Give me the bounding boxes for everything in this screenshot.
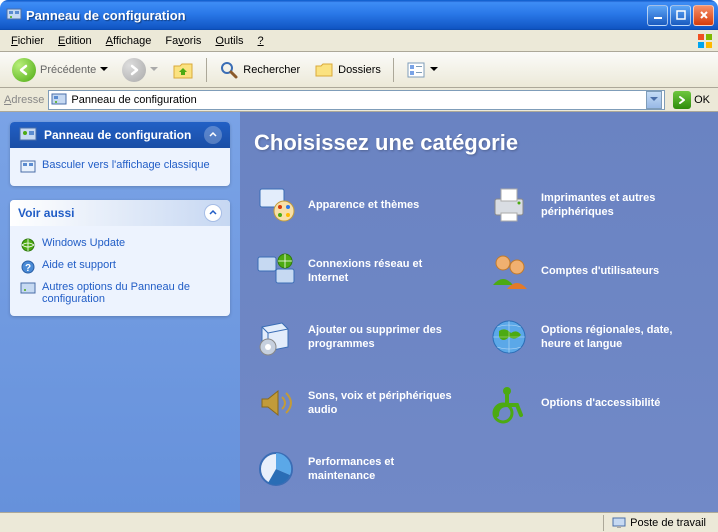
titlebar: Panneau de configuration [0,0,718,30]
category-label: Apparence et thèmes [308,198,419,212]
help-support-link[interactable]: ? Aide et support [20,256,220,278]
address-dropdown[interactable] [646,91,662,109]
address-field[interactable]: Panneau de configuration [48,90,665,110]
go-label: OK [694,94,710,106]
minimize-button[interactable] [647,5,668,26]
page-heading: Choisissez une catégorie [254,130,704,156]
chevron-down-icon [150,67,158,72]
views-button[interactable] [400,57,444,83]
up-button[interactable] [166,57,200,83]
category-label: Ajouter ou supprimer des programmes [308,323,458,352]
category-label: Comptes d'utilisateurs [541,264,659,278]
menu-help[interactable]: ? [251,33,271,49]
other-cp-options-link[interactable]: Autres options du Panneau de configurati… [20,278,220,308]
control-panel-icon [18,125,38,145]
views-icon [406,60,426,80]
category-printers[interactable]: Imprimantes et autres périphériques [487,176,704,234]
menu-view[interactable]: Affichage [99,33,159,49]
sidepanel-primary-header[interactable]: Panneau de configuration [10,122,230,148]
category-sounds[interactable]: Sons, voix et périphériques audio [254,374,471,432]
switch-view-icon [20,159,36,175]
address-value: Panneau de configuration [71,94,642,106]
add-remove-icon [254,315,298,359]
menu-file[interactable]: Fichierdocument.currentScript.previousEl… [4,33,51,49]
folders-icon [314,60,334,80]
switch-classic-view-link[interactable]: Basculer vers l'affichage classique [20,156,220,178]
link-label: Aide et support [42,259,116,271]
folders-button[interactable]: Dossiers [308,57,387,83]
category-label: Performances et maintenance [308,455,458,484]
category-label: Imprimantes et autres périphériques [541,191,691,220]
collapse-icon[interactable] [204,126,222,144]
regional-icon [487,315,531,359]
category-add-remove[interactable]: Ajouter ou supprimer des programmes [254,308,471,366]
up-folder-icon [172,60,194,80]
category-label: Connexions réseau et Internet [308,257,458,286]
statusbar: Poste de travail [0,512,718,532]
go-icon [673,91,691,109]
search-label: Rechercher [243,64,300,76]
link-label: Autres options du Panneau de configurati… [42,281,220,305]
appearance-icon [254,183,298,227]
collapse-icon[interactable] [204,204,222,222]
sidepanel-seealso-title: Voir aussi [18,206,74,220]
content: Choisissez une catégorie Apparence et th… [240,112,718,512]
address-label: Adresse [4,94,44,106]
search-icon [219,60,239,80]
status-location: Poste de travail [630,517,706,529]
category-accessibility[interactable]: Options d'accessibilité [487,374,704,432]
menubar: Fichierdocument.currentScript.previousEl… [0,30,718,52]
addressbar: Adresse Panneau de configuration OK [0,88,718,112]
window-title: Panneau de configuration [26,8,647,23]
sidepanel-seealso-header[interactable]: Voir aussi [10,200,230,226]
computer-icon [612,516,626,530]
folders-label: Dossiers [338,64,381,76]
category-users[interactable]: Comptes d'utilisateurs [487,242,704,300]
close-button[interactable] [693,5,714,26]
category-regional[interactable]: Options régionales, date, heure et langu… [487,308,704,366]
control-panel-icon [51,92,67,108]
performance-icon [254,447,298,491]
go-button[interactable]: OK [669,91,714,109]
toolbar: Précédente Rechercher Dossiers [0,52,718,88]
back-label: Précédente [40,64,96,76]
users-icon [487,249,531,293]
network-icon [254,249,298,293]
windows-update-link[interactable]: Windows Update [20,234,220,256]
category-performance[interactable]: Performances et maintenance [254,440,471,498]
globe-icon [20,237,36,253]
control-panel-icon [6,7,22,23]
search-button[interactable]: Rechercher [213,57,306,83]
chevron-down-icon [100,67,108,72]
svg-text:?: ? [25,263,31,274]
category-appearance[interactable]: Apparence et thèmes [254,176,471,234]
help-icon: ? [20,259,36,275]
forward-button[interactable] [116,55,164,85]
menu-favorites[interactable]: Favoris [158,33,208,49]
category-label: Options d'accessibilité [541,396,660,410]
category-label: Options régionales, date, heure et langu… [541,323,691,352]
category-label: Sons, voix et périphériques audio [308,389,458,418]
chevron-down-icon [430,67,438,72]
link-label: Windows Update [42,237,125,249]
windows-flag-icon [696,32,714,50]
back-button[interactable]: Précédente [6,55,114,85]
category-network[interactable]: Connexions réseau et Internet [254,242,471,300]
sidepanel: Panneau de configuration Basculer vers l… [0,112,240,512]
back-icon [12,58,36,82]
menu-tools[interactable]: Outils [208,33,250,49]
menu-edit[interactable]: Edition [51,33,99,49]
sidepanel-primary-title: Panneau de configuration [44,128,191,142]
forward-icon [122,58,146,82]
accessibility-icon [487,381,531,425]
link-label: Basculer vers l'affichage classique [42,159,210,171]
printers-icon [487,183,531,227]
control-panel-icon [20,281,36,297]
maximize-button[interactable] [670,5,691,26]
sounds-icon [254,381,298,425]
